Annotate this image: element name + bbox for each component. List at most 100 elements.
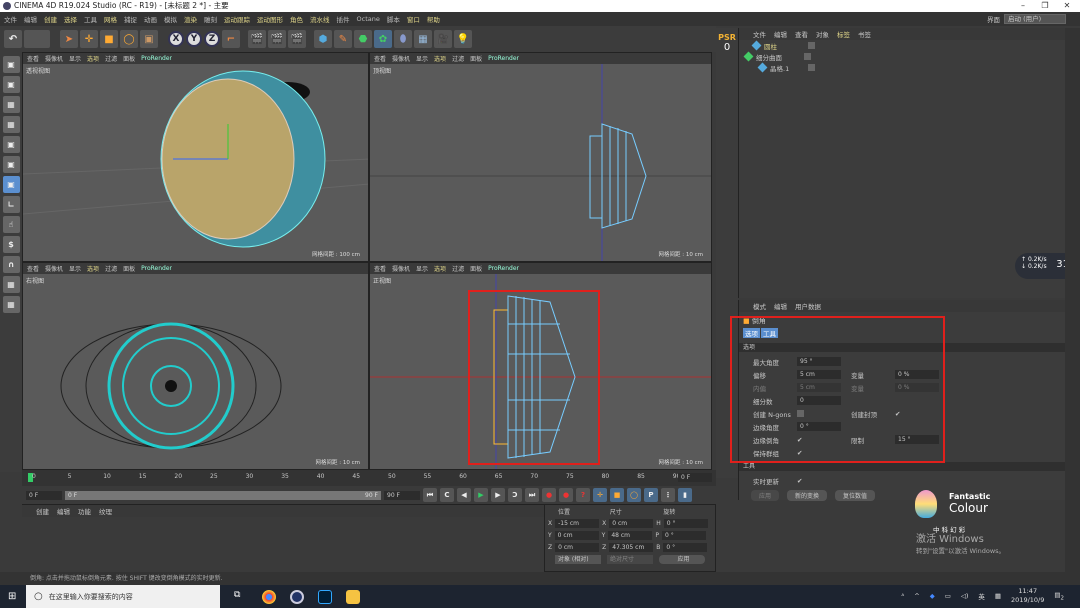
panel-menu-item[interactable]: 对象 bbox=[816, 29, 829, 39]
viewport-menu-item[interactable]: 查看 bbox=[27, 264, 39, 273]
redo-icon[interactable] bbox=[24, 30, 50, 48]
x-axis-icon[interactable]: X bbox=[168, 31, 184, 47]
points-mode-icon[interactable]: ▣ bbox=[2, 136, 20, 153]
menu-item[interactable]: 角色 bbox=[290, 14, 303, 24]
key-parameter-icon[interactable]: P bbox=[644, 488, 658, 502]
menu-item[interactable]: 脚本 bbox=[387, 14, 400, 24]
viewport-menu-item[interactable]: 摄像机 bbox=[392, 54, 410, 63]
subdivision-icon[interactable]: ⬣ bbox=[354, 30, 372, 48]
menu-item[interactable]: 流水线 bbox=[310, 14, 330, 24]
render-picture-icon[interactable]: 🎬 bbox=[268, 30, 286, 48]
panel-menu-item[interactable]: 用户数据 bbox=[795, 301, 821, 311]
coord-input[interactable]: 0 cm bbox=[554, 530, 599, 540]
viewport-menu-item[interactable]: 选项 bbox=[87, 54, 99, 63]
timeline-ruler[interactable]: 0 5 10 15 20 25 30 35 40 45 50 55 60 65 70 75 80 85 90 0 F bbox=[22, 470, 716, 486]
record-icon[interactable]: ● bbox=[542, 488, 556, 502]
menu-item[interactable]: 文件 bbox=[4, 14, 17, 24]
panel-menu-item[interactable]: 标签 bbox=[837, 29, 850, 39]
viewport-menu-item[interactable]: 过滤 bbox=[452, 264, 464, 273]
viewport-menu-item[interactable]: 面板 bbox=[123, 264, 135, 273]
viewport-menu-item[interactable]: 面板 bbox=[123, 54, 135, 63]
menu-item[interactable]: 捕捉 bbox=[124, 14, 137, 24]
render-view-icon[interactable]: 🎬 bbox=[248, 30, 266, 48]
menu-item[interactable]: 插件 bbox=[337, 14, 350, 24]
array-icon[interactable]: ✿ bbox=[374, 30, 392, 48]
viewport-top[interactable]: 查看 摄像机 显示 选项 过滤 面板 ProRender 顶视图 网格间距 : 10 cm bbox=[369, 52, 712, 262]
axis-icon[interactable]: ∟ bbox=[2, 196, 20, 213]
reset-values-button[interactable]: 复位数值 bbox=[835, 490, 876, 501]
viewport-menu-item[interactable]: 摄像机 bbox=[392, 264, 410, 273]
select-icon[interactable]: ➤ bbox=[60, 30, 78, 48]
coord-input[interactable]: 0 cm bbox=[555, 542, 600, 552]
menu-item[interactable]: 雕刻 bbox=[204, 14, 217, 24]
clock[interactable]: 11:47 2019/10/9 bbox=[1011, 587, 1044, 605]
restore-button[interactable]: ❐ bbox=[1034, 0, 1056, 12]
end-frame-field[interactable]: 90 F bbox=[384, 490, 420, 500]
coord-input[interactable]: 47.305 cm bbox=[609, 542, 654, 552]
show-hidden-icon[interactable]: ^ bbox=[914, 592, 919, 600]
polygons-mode-icon[interactable]: ▣ bbox=[2, 176, 20, 193]
volume-icon[interactable]: ◁) bbox=[961, 592, 969, 600]
key-position-icon[interactable]: ✛ bbox=[593, 488, 607, 502]
task-view-icon[interactable]: ⧉ bbox=[234, 590, 248, 604]
viewport-menu-item[interactable]: 显示 bbox=[69, 54, 81, 63]
move-icon[interactable]: ✛ bbox=[80, 30, 98, 48]
viewport-menu-item[interactable]: 选项 bbox=[87, 264, 99, 273]
workplane-icon[interactable]: ▦ bbox=[2, 116, 20, 133]
viewport-menu-item[interactable]: 选项 bbox=[434, 54, 446, 63]
security-icon[interactable]: ◆ bbox=[930, 592, 935, 600]
keyframe-selection-icon[interactable]: ? bbox=[576, 488, 590, 502]
viewport-menu-item[interactable]: 摄像机 bbox=[45, 54, 63, 63]
people-icon[interactable]: ᴬ bbox=[901, 592, 904, 600]
menu-item[interactable]: 渲染 bbox=[184, 14, 197, 24]
object-row[interactable]: 晶格.1 bbox=[739, 62, 1065, 73]
menu-item[interactable]: 模拟 bbox=[164, 14, 177, 24]
keyboard-icon[interactable]: ▦ bbox=[995, 592, 1001, 600]
viewport-menu-item[interactable]: ProRender bbox=[488, 55, 519, 62]
camera-icon[interactable]: 🎥 bbox=[434, 30, 452, 48]
windows-start-icon[interactable]: ⊞ bbox=[8, 591, 16, 602]
lock-workplane-icon[interactable]: ▦ bbox=[2, 276, 20, 293]
pen-icon[interactable]: ✎ bbox=[334, 30, 352, 48]
viewport-menu-item[interactable]: 显示 bbox=[416, 54, 428, 63]
tweak-icon[interactable]: ☝ bbox=[2, 216, 20, 233]
ime-indicator[interactable]: 英 bbox=[978, 591, 985, 601]
coord-input[interactable]: 0 ° bbox=[661, 530, 706, 540]
deformer-icon[interactable]: ⬮ bbox=[394, 30, 412, 48]
next-frame-icon[interactable]: ▶ bbox=[491, 488, 505, 502]
object-row[interactable]: 圆柱 bbox=[739, 40, 1065, 51]
panel-menu-item[interactable]: 文件 bbox=[753, 29, 766, 39]
viewport-perspective[interactable]: 查看 摄像机 显示 选项 过滤 面板 ProRender 透视视图 网格间距 : 100 c… bbox=[22, 52, 369, 262]
visibility-toggle[interactable] bbox=[808, 42, 815, 49]
apply-button[interactable]: 应用 bbox=[751, 490, 780, 501]
coord-input[interactable]: 0 ° bbox=[663, 542, 708, 552]
viewport-menu-item[interactable]: 过滤 bbox=[105, 264, 117, 273]
panel-menu-item[interactable]: 编辑 bbox=[774, 29, 787, 39]
viewport-menu-item[interactable]: 面板 bbox=[470, 54, 482, 63]
key-scale-icon[interactable]: ■ bbox=[610, 488, 624, 502]
start-frame-field[interactable]: 0 F bbox=[26, 490, 62, 500]
panel-menu-item[interactable]: 创建 bbox=[36, 506, 49, 516]
coords-apply-button[interactable]: 应用 bbox=[659, 554, 705, 564]
y-axis-icon[interactable]: Y bbox=[186, 31, 202, 47]
next-key-icon[interactable]: Ɔ bbox=[508, 488, 522, 502]
menu-item[interactable]: 动画 bbox=[144, 14, 157, 24]
make-editable-icon[interactable]: ▣ bbox=[2, 56, 20, 73]
coord-input[interactable]: 0 ° bbox=[663, 518, 708, 528]
go-to-end-icon[interactable]: ⏭ bbox=[525, 488, 539, 502]
menu-item[interactable]: 运动图形 bbox=[257, 14, 283, 24]
light-icon[interactable]: 💡 bbox=[454, 30, 472, 48]
viewport-menu-item[interactable]: ProRender bbox=[141, 265, 172, 272]
photoshop-icon[interactable] bbox=[318, 589, 332, 604]
coord-input[interactable]: 48 cm bbox=[608, 530, 653, 540]
autokey-icon[interactable]: ● bbox=[559, 488, 573, 502]
panel-menu-item[interactable]: 功能 bbox=[78, 506, 91, 516]
viewport-menu-item[interactable]: 查看 bbox=[27, 54, 39, 63]
cube-icon[interactable]: ⬢ bbox=[314, 30, 332, 48]
panel-menu-item[interactable]: 书签 bbox=[858, 29, 871, 39]
viewport-right[interactable]: 查看 摄像机 显示 选项 过滤 面板 ProRender 右视图 网格间距 : 10 cm bbox=[22, 262, 369, 470]
close-button[interactable]: ✕ bbox=[1056, 0, 1078, 12]
snap-icon[interactable]: $ bbox=[2, 236, 20, 253]
panel-menu-item[interactable]: 编辑 bbox=[57, 506, 70, 516]
viewport-menu-item[interactable]: 显示 bbox=[416, 264, 428, 273]
